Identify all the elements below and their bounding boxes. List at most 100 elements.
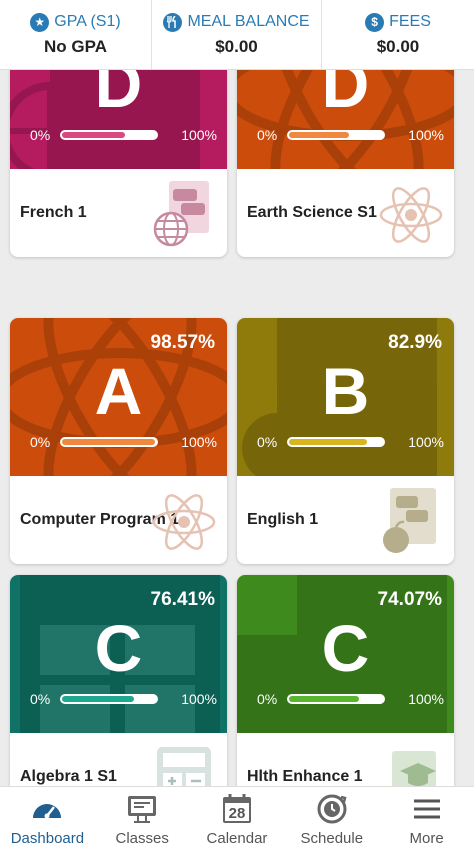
dollar-icon: $ — [365, 12, 385, 32]
letter-grade: A — [94, 354, 143, 428]
letter-grade: B — [321, 354, 370, 428]
fees-stat[interactable]: $ FEES $0.00 — [322, 0, 474, 69]
tab-dashboard-label: Dashboard — [10, 830, 85, 847]
progress-max-label: 100% — [408, 434, 444, 450]
progress-max-label: 100% — [181, 691, 217, 707]
menu-icon — [413, 799, 440, 819]
progress-min-label: 0% — [257, 434, 278, 450]
progress-bar-fill — [289, 132, 350, 138]
graduation-icon — [392, 751, 436, 786]
class-card[interactable]: 98.57% A 0% 100% Computer Program 1 — [10, 318, 227, 564]
grade-percent: 76.41% — [150, 589, 215, 610]
grade-percent: 82.9% — [388, 332, 442, 353]
language-icon — [153, 181, 209, 247]
class-name: French 1 — [20, 204, 87, 221]
progress-min-label: 0% — [30, 434, 51, 450]
fees-value: $0.00 — [376, 36, 420, 56]
svg-text:28: 28 — [229, 805, 246, 822]
letter-grade: D — [321, 70, 370, 121]
calendar-icon: 28 — [222, 794, 251, 823]
grade-progress: 0% 100% — [10, 124, 227, 144]
progress-bar-fill — [62, 132, 126, 138]
tab-more-label: More — [409, 830, 444, 847]
progress-bar — [60, 130, 158, 140]
progress-bar — [287, 694, 385, 704]
app-screen: ★ GPA (S1) No GPA MEAL BALANCE $0.00 $ F… — [0, 0, 474, 855]
progress-bar-fill — [62, 696, 134, 702]
meal-balance-stat[interactable]: MEAL BALANCE $0.00 — [152, 0, 322, 69]
class-name: Hlth Enhance 1 — [247, 768, 363, 785]
grade-panel: 74.07% C 0% 100% — [237, 575, 454, 733]
class-card[interactable]: 74.07% C 0% 100% Hlth Enhance 1 — [237, 575, 454, 786]
class-card[interactable]: 64.35%D0%100%Earth Science S1 — [237, 70, 454, 257]
tab-more[interactable]: More — [379, 787, 474, 855]
grade-panel: 64.35%D0%100% — [237, 70, 454, 169]
class-card[interactable]: 67.29%D0%100%French 1 — [10, 70, 227, 257]
class-info: Computer Program 1 — [10, 476, 227, 564]
grade-percent: 74.07% — [377, 589, 442, 610]
progress-bar — [60, 694, 158, 704]
progress-max-label: 100% — [181, 127, 217, 143]
progress-bar-fill — [62, 439, 155, 445]
progress-bar — [287, 437, 385, 447]
grade-percent: 98.57% — [150, 332, 215, 353]
atom-icon — [379, 187, 443, 243]
class-card[interactable]: 82.9% B 0% 100% English 1 — [237, 318, 454, 564]
grade-panel: 67.29%D0%100% — [10, 70, 227, 169]
grade-progress: 0% 100% — [237, 688, 454, 708]
schedule-icon — [317, 794, 347, 824]
star-icon: ★ — [30, 12, 50, 32]
class-info: English 1 — [237, 476, 454, 564]
grade-panel: 76.41% C 0% 100% — [10, 575, 227, 733]
class-info: Earth Science S1 — [237, 169, 454, 257]
tab-classes-label: Classes — [115, 830, 169, 847]
meal-balance-label: MEAL BALANCE — [187, 13, 310, 30]
progress-max-label: 100% — [408, 127, 444, 143]
tab-calendar[interactable]: 28 Calendar — [190, 787, 285, 855]
class-info: Hlth Enhance 1 — [237, 733, 454, 786]
class-info: French 1 — [10, 169, 227, 257]
grade-panel: 98.57% A 0% 100% — [10, 318, 227, 476]
progress-bar-fill — [289, 696, 359, 702]
class-name: Algebra 1 S1 — [20, 768, 117, 785]
tab-schedule-label: Schedule — [300, 830, 364, 847]
tab-classes[interactable]: Classes — [95, 787, 190, 855]
fees-label: FEES — [389, 13, 431, 30]
meal-balance-value: $0.00 — [215, 36, 258, 56]
atom-icon — [152, 494, 216, 550]
progress-bar — [287, 130, 385, 140]
grade-progress: 0% 100% — [237, 124, 454, 144]
summary-header: ★ GPA (S1) No GPA MEAL BALANCE $0.00 $ F… — [0, 0, 474, 70]
class-info: Algebra 1 S1 — [10, 733, 227, 786]
gpa-stat[interactable]: ★ GPA (S1) No GPA — [0, 0, 152, 69]
class-card[interactable]: 76.41% C 0% 100% Algebra 1 S1 — [10, 575, 227, 786]
grade-progress: 0% 100% — [10, 688, 227, 708]
book-apple-icon — [383, 488, 436, 553]
progress-min-label: 0% — [30, 691, 51, 707]
progress-min-label: 0% — [257, 127, 278, 143]
grade-progress: 0% 100% — [10, 431, 227, 451]
class-name: Earth Science S1 — [247, 204, 377, 221]
utensils-icon — [163, 12, 183, 32]
tab-schedule[interactable]: Schedule — [284, 787, 379, 855]
gpa-label: GPA (S1) — [54, 13, 121, 30]
grade-progress: 0% 100% — [237, 431, 454, 451]
letter-grade: C — [321, 611, 370, 685]
progress-min-label: 0% — [257, 691, 278, 707]
letter-grade: C — [94, 611, 143, 685]
grade-panel: 82.9% B 0% 100% — [237, 318, 454, 476]
progress-max-label: 100% — [181, 434, 217, 450]
calculator-icon — [157, 747, 211, 786]
progress-max-label: 100% — [408, 691, 444, 707]
class-grid: 67.29%D0%100%French 164.35%D0%100%Earth … — [0, 70, 474, 786]
tab-dashboard[interactable]: Dashboard — [0, 787, 95, 855]
letter-grade: D — [94, 70, 143, 121]
dashboard-icon — [33, 804, 62, 819]
tab-calendar-label: Calendar — [206, 830, 268, 847]
progress-bar-fill — [289, 439, 367, 445]
progress-bar — [60, 437, 158, 447]
progress-min-label: 0% — [30, 127, 51, 143]
bottom-tab-bar: Dashboard Classes 28 Calendar Schedule M… — [0, 786, 474, 855]
class-name: English 1 — [247, 511, 319, 528]
classes-icon — [128, 796, 157, 823]
